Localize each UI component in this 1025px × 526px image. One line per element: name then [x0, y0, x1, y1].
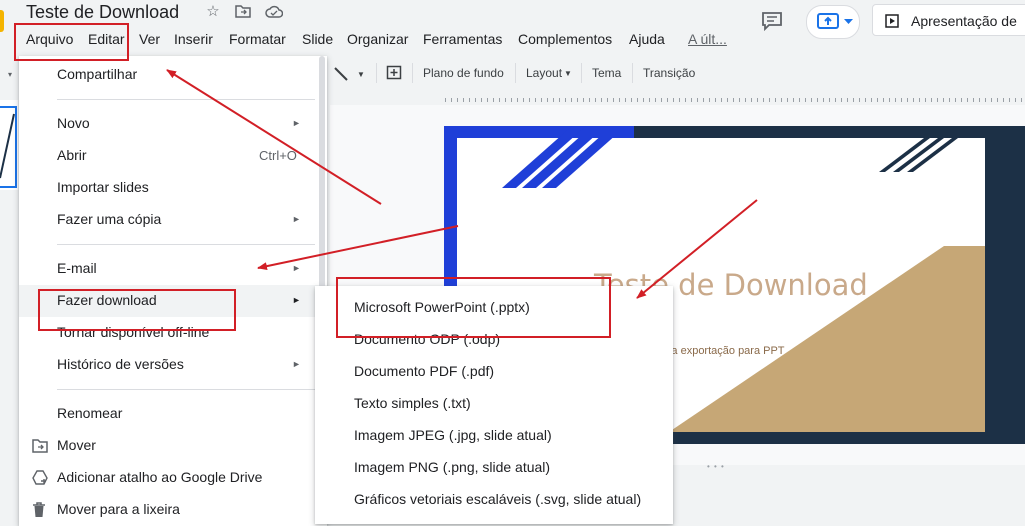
toolbar-dropdown-icon[interactable]: ▾ [8, 70, 12, 79]
menu-item-rename[interactable]: Renomear [57, 405, 122, 421]
layout-button[interactable]: Layout [526, 66, 562, 80]
present-button[interactable]: Apresentação de [872, 4, 1025, 36]
trash-icon [32, 502, 48, 518]
line-tool-icon[interactable] [333, 66, 349, 82]
menu-complementos[interactable]: Complementos [518, 29, 612, 49]
drive-shortcut-icon [32, 470, 48, 486]
menu-editar[interactable]: Editar [88, 29, 125, 49]
move-to-folder-icon[interactable] [235, 5, 251, 18]
menu-divider [57, 99, 315, 100]
toolbar-separator [632, 63, 633, 83]
menu-inserir[interactable]: Inserir [174, 29, 213, 49]
menu-organizar[interactable]: Organizar [347, 29, 408, 49]
cloud-status-icon[interactable] [265, 5, 284, 18]
download-jpeg[interactable]: Imagem JPEG (.jpg, slide atual) [354, 427, 552, 443]
slide-thumbnail[interactable] [0, 106, 17, 188]
menu-item-download[interactable]: Fazer download [57, 292, 157, 308]
horizontal-ruler [445, 96, 1025, 104]
transition-button[interactable]: Transição [643, 66, 695, 80]
chevron-down-icon [844, 19, 853, 24]
toolbar-separator [412, 63, 413, 83]
menu-item-version-history[interactable]: Histórico de versões [57, 356, 184, 372]
menu-item-make-copy[interactable]: Fazer uma cópia [57, 211, 161, 227]
menu-item-import-slides[interactable]: Importar slides [57, 179, 149, 195]
file-menu: Compartilhar Novo ► Abrir Ctrl+O Importa… [19, 56, 327, 526]
menu-arquivo[interactable]: Arquivo [26, 29, 73, 49]
submenu-arrow-icon: ► [292, 118, 301, 128]
toolbar-separator [376, 63, 377, 83]
submenu-arrow-icon: ► [292, 214, 301, 224]
last-edit-link[interactable]: A últ... [688, 29, 727, 49]
download-png[interactable]: Imagem PNG (.png, slide atual) [354, 459, 550, 475]
menu-slide[interactable]: Slide [302, 29, 333, 49]
download-svg[interactable]: Gráficos vetoriais escaláveis (.svg, sli… [354, 491, 641, 507]
comments-icon[interactable] [760, 10, 784, 32]
layout-dropdown-icon[interactable]: ▼ [564, 69, 572, 78]
shortcut-label: Ctrl+O [259, 148, 297, 163]
menu-item-add-shortcut[interactable]: Adicionar atalho ao Google Drive [57, 469, 262, 485]
menu-item-offline[interactable]: Tornar disponível off-line [57, 324, 209, 340]
menu-ajuda[interactable]: Ajuda [629, 29, 665, 49]
download-pptx[interactable]: Microsoft PowerPoint (.pptx) [354, 299, 530, 315]
submenu-arrow-icon: ► [292, 295, 301, 305]
present-to-meeting-icon [817, 13, 839, 29]
add-comment-icon[interactable] [386, 65, 402, 81]
menu-ferramentas[interactable]: Ferramentas [423, 29, 502, 49]
toolbar-separator [515, 63, 516, 83]
menu-item-trash[interactable]: Mover para a lixeira [57, 501, 180, 517]
menu-divider [57, 389, 315, 390]
download-submenu: Microsoft PowerPoint (.pptx) Documento O… [315, 286, 673, 524]
menu-formatar[interactable]: Formatar [229, 29, 286, 49]
toolbar-separator [581, 63, 582, 83]
submenu-arrow-icon: ► [292, 263, 301, 273]
menu-item-open[interactable]: Abrir [57, 147, 87, 163]
document-title[interactable]: Teste de Download [26, 2, 179, 23]
present-button-label: Apresentação de [911, 13, 1017, 29]
move-folder-icon [32, 439, 48, 455]
play-icon [885, 14, 899, 28]
slides-logo[interactable] [0, 10, 4, 32]
menu-item-email[interactable]: E-mail [57, 260, 97, 276]
download-pdf[interactable]: Documento PDF (.pdf) [354, 363, 494, 379]
present-meeting-button[interactable] [806, 5, 860, 39]
download-txt[interactable]: Texto simples (.txt) [354, 395, 471, 411]
menu-item-share[interactable]: Compartilhar [57, 66, 137, 82]
submenu-arrow-icon: ► [292, 359, 301, 369]
resize-handle[interactable]: • • • [707, 462, 725, 471]
menu-ver[interactable]: Ver [139, 29, 160, 49]
menu-scrollbar[interactable] [319, 56, 325, 296]
line-dropdown-icon[interactable]: ▼ [357, 70, 365, 79]
star-icon[interactable]: ☆ [204, 3, 222, 21]
download-odp[interactable]: Documento ODP (.odp) [354, 331, 500, 347]
theme-button[interactable]: Tema [592, 66, 621, 80]
menu-item-move[interactable]: Mover [57, 437, 96, 453]
background-button[interactable]: Plano de fundo [423, 66, 504, 80]
menu-item-new[interactable]: Novo [57, 115, 90, 131]
menu-divider [57, 244, 315, 245]
